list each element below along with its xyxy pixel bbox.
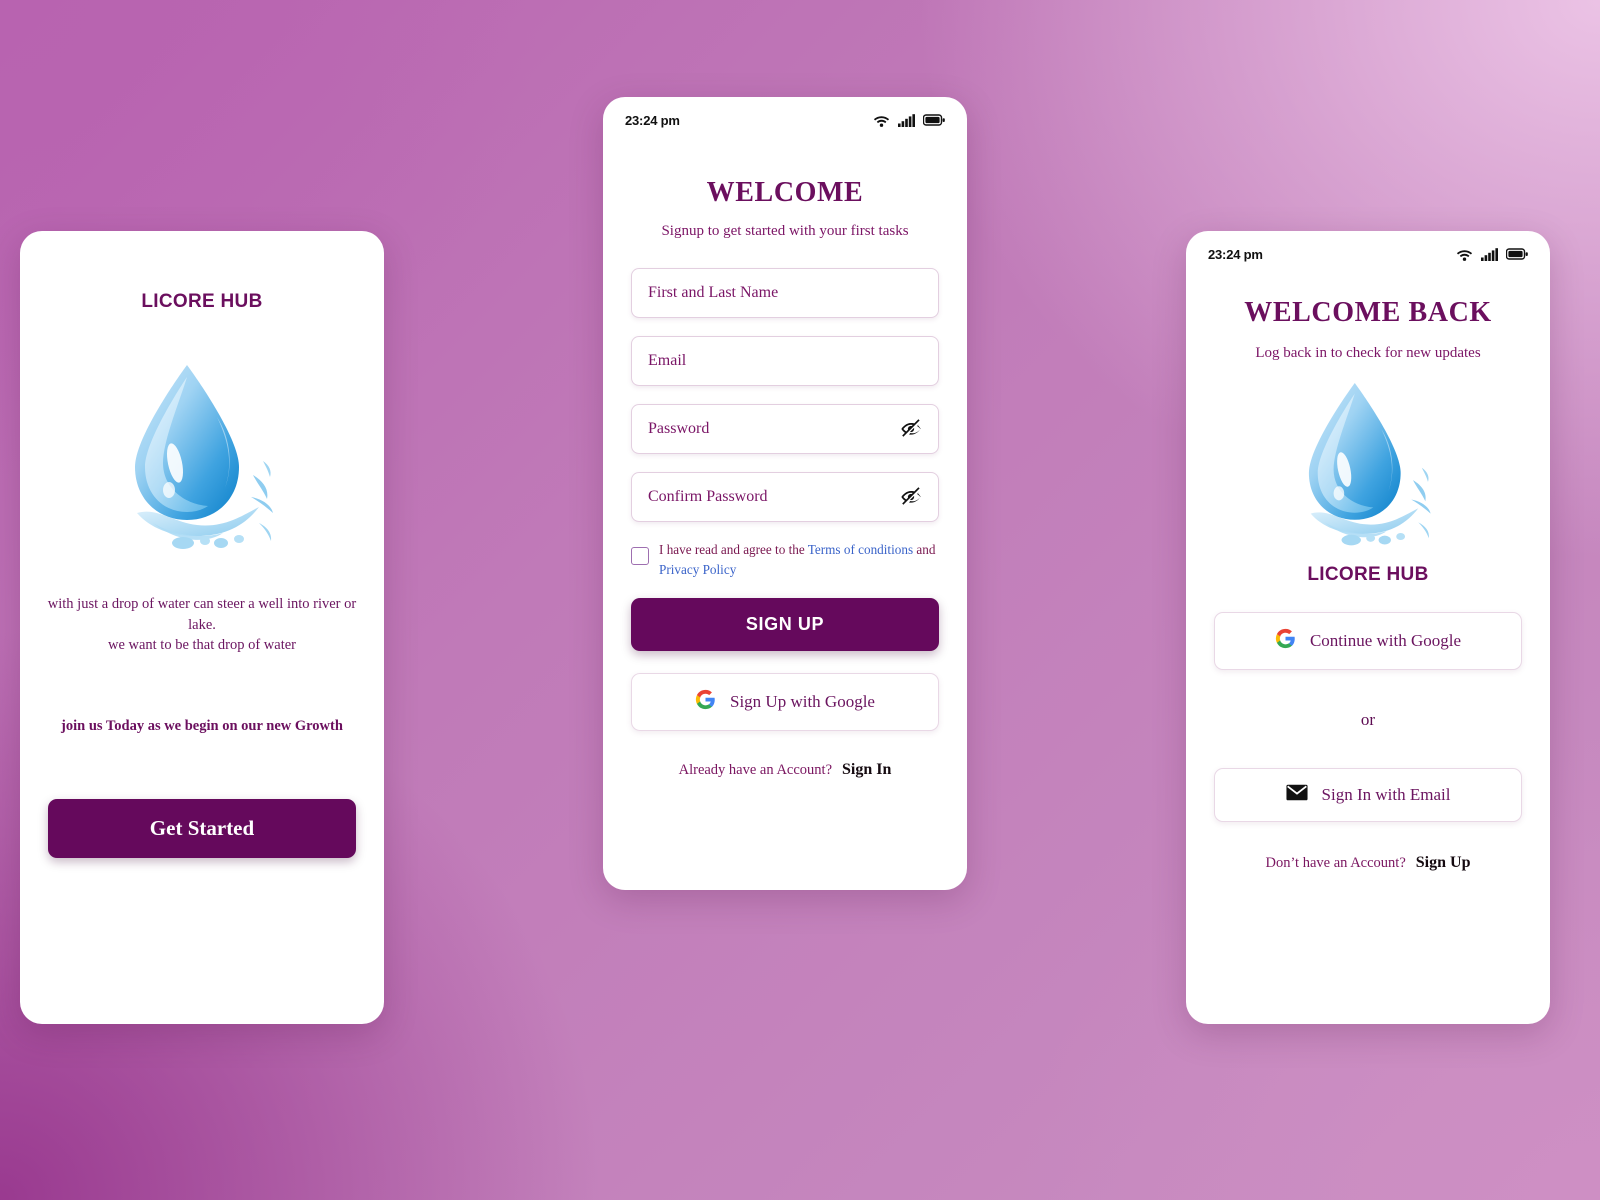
continue-with-google-button[interactable]: Continue with Google [1214, 612, 1522, 670]
confirm-password-input[interactable] [648, 488, 894, 506]
phone-screen-signin: 23:24 pm WELCOME BACK Log back in to che… [1186, 231, 1550, 1024]
sign-up-button[interactable]: SIGN UP [631, 597, 939, 651]
google-button-label: Continue with Google [1309, 631, 1462, 650]
signup-footer-row: Don’t have an Account? Sign Up [1214, 854, 1522, 872]
signin-footer-row: Already have an Account? Sign In [631, 761, 939, 779]
get-started-button[interactable]: Get Started [48, 798, 356, 858]
wifi-icon [873, 114, 890, 127]
terms-lead-text: I have read and agree to the [659, 542, 808, 557]
status-bar: 23:24 pm [1186, 231, 1550, 265]
envelope-icon [1285, 784, 1308, 806]
page-subtitle: Log back in to check for new updates [1255, 345, 1481, 361]
toggle-confirm-password-visibility-icon[interactable] [894, 486, 922, 508]
terms-mid-text: and [913, 542, 936, 557]
page-title: WELCOME BACK [1244, 297, 1492, 328]
full-name-input[interactable] [648, 284, 922, 302]
phone-screen-onboarding: LICORE HUB with just a drop of water can… [20, 231, 384, 1024]
password-field[interactable] [631, 404, 939, 454]
terms-text: I have read and agree to the Terms of co… [659, 540, 939, 580]
app-brand-title: LICORE HUB [1307, 564, 1429, 585]
tagline-line-3: we want to be that drop of water [107, 637, 297, 654]
confirm-password-field[interactable] [631, 472, 939, 522]
page-title: WELCOME [706, 177, 864, 208]
page-subtitle: Signup to get started with your first ta… [661, 223, 909, 239]
full-name-field[interactable] [631, 268, 939, 318]
email-input[interactable] [648, 352, 922, 370]
tagline-line-1: with just a drop of water can steer a we… [47, 596, 357, 612]
google-button-label: Sign Up with Google [730, 691, 875, 711]
tagline-line-2: lake. [188, 616, 216, 633]
water-drop-icon [1214, 376, 1522, 548]
phone-screen-signup: 23:24 pm WELCOME Signup to get started w… [603, 97, 967, 890]
password-input[interactable] [648, 420, 894, 438]
app-brand-title: LICORE HUB [141, 291, 263, 312]
battery-icon [1506, 248, 1528, 260]
already-have-account-label: Already have an Account? [678, 761, 832, 778]
or-divider-label: or [1360, 710, 1376, 729]
dont-have-account-label: Don’t have an Account? [1265, 855, 1406, 871]
signal-bars-icon [1481, 247, 1498, 261]
terms-checkbox[interactable] [631, 547, 649, 565]
growth-message: join us Today as we begin on our new Gro… [61, 717, 343, 734]
privacy-policy-link[interactable]: Privacy Policy [659, 562, 736, 577]
email-field[interactable] [631, 336, 939, 386]
battery-icon [923, 114, 945, 126]
sign-in-link[interactable]: Sign In [842, 761, 891, 779]
terms-of-conditions-link[interactable]: Terms of conditions [808, 542, 913, 557]
wifi-icon [1456, 248, 1473, 261]
status-time: 23:24 pm [1208, 246, 1263, 262]
sign-in-with-email-button[interactable]: Sign In with Email [1214, 768, 1522, 822]
signal-bars-icon [898, 113, 915, 127]
toggle-password-visibility-icon[interactable] [894, 418, 922, 440]
email-button-label: Sign In with Email [1321, 785, 1451, 804]
google-g-icon [1275, 628, 1296, 654]
terms-agreement-row: I have read and agree to the Terms of co… [631, 540, 939, 580]
sign-up-with-google-button[interactable]: Sign Up with Google [631, 672, 939, 731]
google-g-icon [695, 689, 716, 715]
status-time: 23:24 pm [625, 112, 680, 128]
status-bar: 23:24 pm [603, 97, 967, 131]
water-drop-icon [46, 357, 358, 552]
sign-up-link[interactable]: Sign Up [1416, 854, 1471, 872]
